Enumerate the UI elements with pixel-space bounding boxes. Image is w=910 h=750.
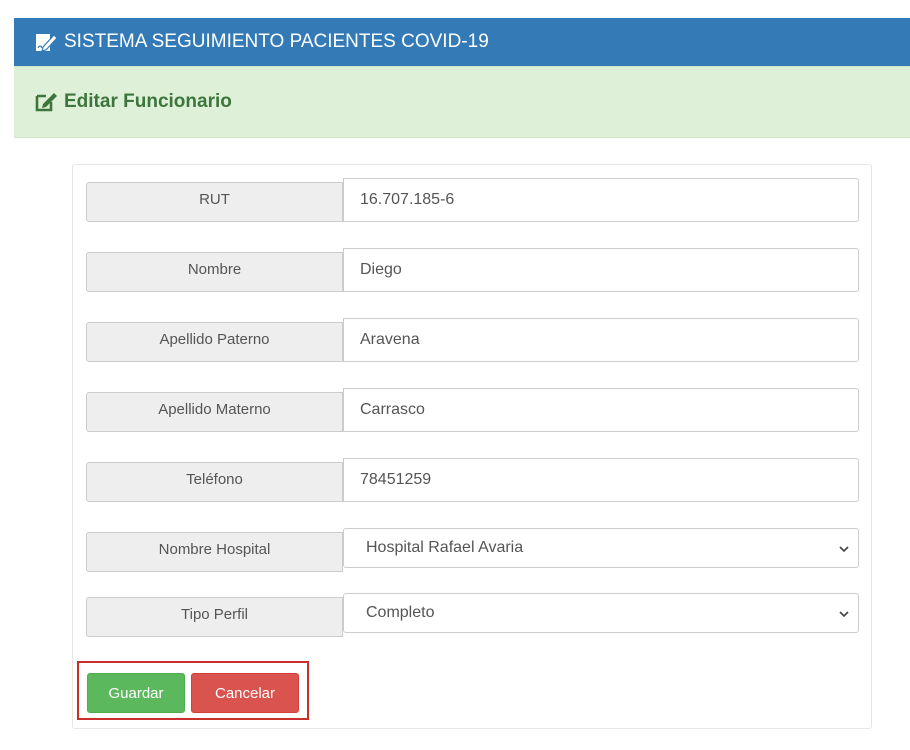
tipo-perfil-select-value: Completo xyxy=(366,604,435,621)
rut-input[interactable]: 16.707.185-6 xyxy=(343,178,859,222)
tipo-perfil-select[interactable]: Completo xyxy=(343,593,859,633)
app-title: SISTEMA SEGUIMIENTO PACIENTES COVID-19 xyxy=(64,31,489,52)
hospital-select[interactable]: Hospital Rafael Avaria xyxy=(343,528,859,568)
telefono-input[interactable]: 78451259 xyxy=(343,458,859,502)
cancel-button[interactable]: Cancelar xyxy=(191,673,299,713)
page-title: Editar Funcionario xyxy=(64,91,232,112)
field-label: Tipo Perfil xyxy=(86,597,343,637)
apellido-materno-input[interactable]: Carrasco xyxy=(343,388,859,432)
page-heading: Editar Funcionario xyxy=(14,66,910,138)
apellido-paterno-input[interactable]: Aravena xyxy=(343,318,859,362)
chevron-down-icon xyxy=(838,542,850,554)
nombre-input[interactable]: Diego xyxy=(343,248,859,292)
hospital-select-value: Hospital Rafael Avaria xyxy=(366,539,524,556)
app-header: SISTEMA SEGUIMIENTO PACIENTES COVID-19 xyxy=(14,18,910,66)
chevron-down-icon xyxy=(838,607,850,619)
save-button[interactable]: Guardar xyxy=(87,673,185,713)
action-buttons-highlight: Guardar Cancelar xyxy=(77,661,309,720)
field-label: Teléfono xyxy=(86,462,343,502)
field-label: RUT xyxy=(86,182,343,222)
field-label: Nombre xyxy=(86,252,343,292)
external-edit-icon xyxy=(34,91,58,113)
field-label: Apellido Materno xyxy=(86,392,343,432)
edit-document-icon xyxy=(34,31,58,53)
edit-form-panel: RUT 16.707.185-6 Nombre Diego Apellido P… xyxy=(72,164,872,729)
field-label: Nombre Hospital xyxy=(86,532,343,572)
field-label: Apellido Paterno xyxy=(86,322,343,362)
